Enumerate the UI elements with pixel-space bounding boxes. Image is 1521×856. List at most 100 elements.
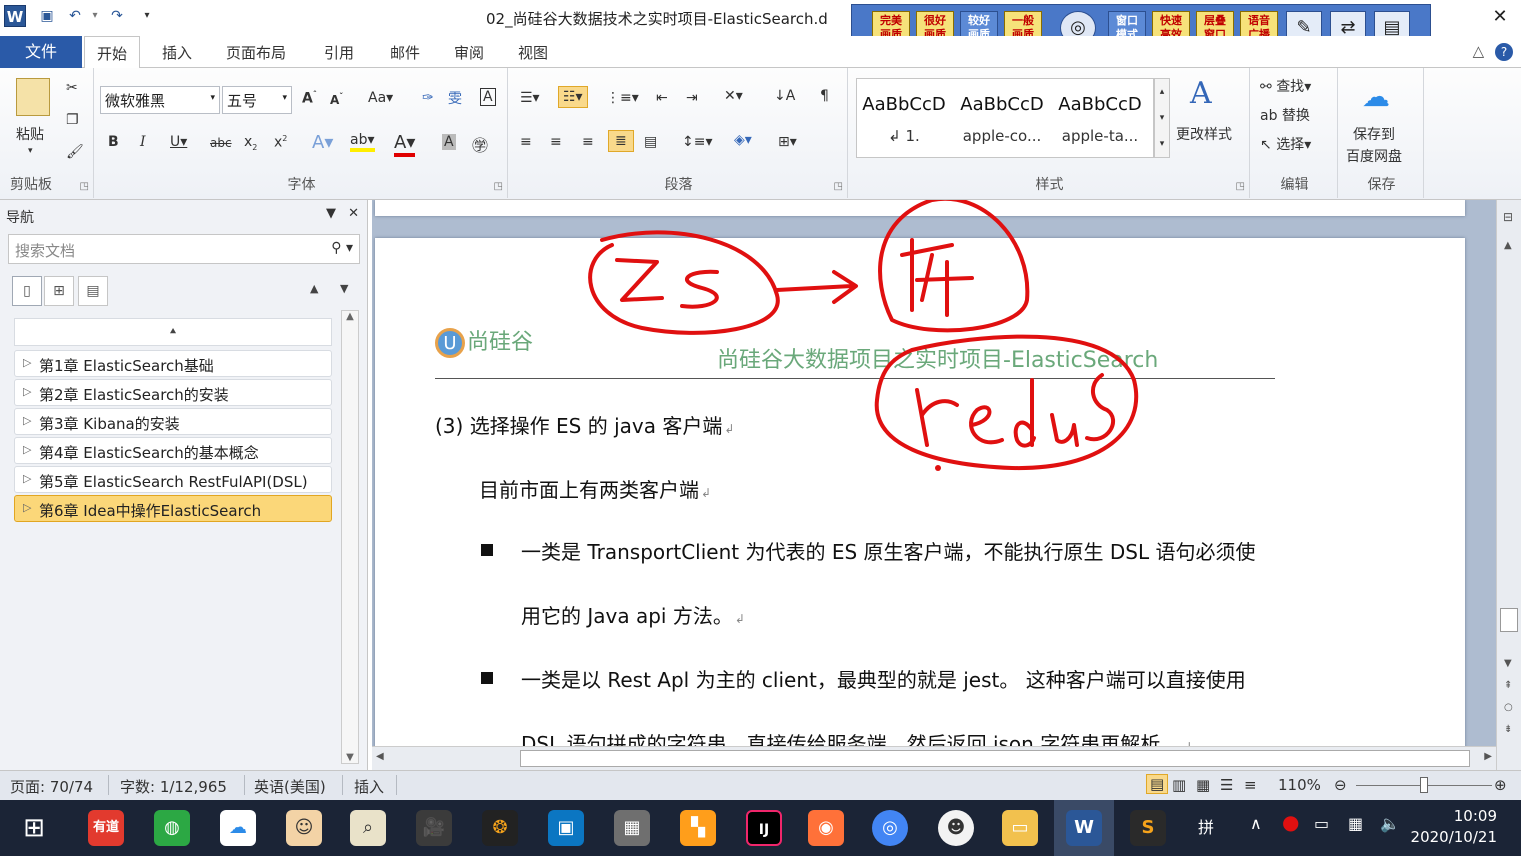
sort-icon[interactable]: ↓A <box>774 88 795 104</box>
highlight-color-icon[interactable]: ab▾ <box>350 132 375 152</box>
vertical-scroll-thumb[interactable] <box>1500 608 1518 632</box>
horizontal-scrollbar[interactable]: ◀ ▶ <box>372 746 1496 770</box>
copy-icon[interactable]: ❐ <box>66 112 79 128</box>
text-effects-icon[interactable]: A▾ <box>312 132 333 153</box>
align-left-icon[interactable]: ≡ <box>520 134 532 150</box>
help-icon[interactable]: ? <box>1495 43 1513 61</box>
search-icon[interactable]: ⚲ ▾ <box>331 240 353 256</box>
italic-button[interactable]: I <box>140 134 146 150</box>
firefox-icon[interactable]: ◉ <box>808 810 844 846</box>
web-layout-icon[interactable]: ▦ <box>1196 776 1210 794</box>
network-icon[interactable]: ▦ <box>1348 814 1363 833</box>
word-app-icon[interactable]: W <box>4 5 26 27</box>
paste-icon[interactable] <box>16 78 50 116</box>
distributed-icon[interactable]: ▤ <box>644 134 657 150</box>
numbering-icon[interactable]: ☷▾ <box>558 86 588 108</box>
horizontal-scroll-thumb[interactable] <box>520 750 1470 767</box>
multilevel-list-icon[interactable]: ⋮≡▾ <box>606 90 639 106</box>
nav-heading-item[interactable]: ▷ 第4章 ElasticSearch的基本概念 <box>14 437 332 464</box>
zoom-level[interactable]: 110% <box>1278 776 1321 794</box>
volume-icon[interactable]: 🔈 <box>1380 814 1400 833</box>
save-to-baidu-button[interactable]: 保存到 百度网盘 <box>1346 124 1402 168</box>
redo-icon[interactable]: ↷ <box>108 6 126 26</box>
language[interactable]: 英语(美国) <box>254 776 326 797</box>
font-color-icon[interactable]: A▾ <box>394 132 416 157</box>
document-page[interactable]: U 尚硅谷 尚硅谷大数据项目之实时项目-ElasticSearch (3) 选择操… <box>375 238 1465 746</box>
chrome-icon[interactable]: ◎ <box>872 810 908 846</box>
format-painter-icon[interactable]: 🖌 <box>66 144 84 160</box>
line-spacing-icon[interactable]: ↕≡▾ <box>682 134 713 150</box>
nav-results-view-button[interactable]: ▤ <box>78 276 108 306</box>
smiley-app-icon[interactable]: ☻ <box>938 810 974 846</box>
font-name-select[interactable]: 微软雅黑 ▾ <box>100 86 220 114</box>
replace-button[interactable]: ab 替换 <box>1260 105 1310 125</box>
undo-icon[interactable]: ↶ <box>66 6 84 26</box>
phonetic-guide-icon[interactable]: 雯 <box>448 88 462 108</box>
insert-mode[interactable]: 插入 <box>354 776 384 797</box>
tab-page-layout[interactable]: 页面布局 <box>226 42 286 63</box>
image-viewer-icon[interactable]: ▦ <box>614 810 650 846</box>
bullets-icon[interactable]: ☰▾ <box>520 90 540 106</box>
draft-icon[interactable]: ≡ <box>1244 776 1257 794</box>
find-button[interactable]: ⚯ 查找▾ <box>1260 76 1311 96</box>
tab-insert[interactable]: 插入 <box>162 42 192 63</box>
file-explorer-icon[interactable]: ▭ <box>1002 810 1038 846</box>
nav-scrollbar[interactable]: ▲ ▼ <box>341 310 359 764</box>
nav-heading-item[interactable]: ▷ 第2章 ElasticSearch的安装 <box>14 379 332 406</box>
full-screen-reading-icon[interactable]: ▥ <box>1172 776 1186 794</box>
wechat-icon[interactable]: ◍ <box>154 810 190 846</box>
undo-dropdown-icon[interactable]: ▾ <box>86 6 104 26</box>
baidu-cloud-icon[interactable]: ☁ <box>1362 80 1390 113</box>
close-window-button[interactable]: ✕ <box>1485 6 1515 27</box>
record-dot-icon[interactable]: ● <box>1282 810 1299 834</box>
zoom-in-icon[interactable]: ⊕ <box>1494 776 1507 794</box>
tab-view[interactable]: 视图 <box>518 42 548 63</box>
xshell-icon[interactable]: S <box>1130 810 1166 846</box>
zoom-out-icon[interactable]: ⊖ <box>1334 776 1347 794</box>
shrink-font-icon[interactable]: Aˇ <box>330 92 343 107</box>
change-styles-button[interactable]: 更改样式 <box>1176 124 1232 144</box>
vertical-scrollbar[interactable]: ⊟ ▲ ▼ ⇞ ○ ⇟ <box>1496 200 1521 770</box>
next-page-icon[interactable]: ⇟ <box>1504 724 1512 735</box>
print-layout-icon[interactable]: ▤ <box>1146 774 1169 794</box>
nav-close-icon[interactable]: ✕ <box>348 206 359 221</box>
underline-button[interactable]: U▾ <box>170 134 187 150</box>
document-area[interactable]: U 尚硅谷 尚硅谷大数据项目之实时项目-ElasticSearch (3) 选择操… <box>372 200 1496 746</box>
zoom-slider-thumb[interactable] <box>1420 777 1428 793</box>
show-formatting-icon[interactable]: ¶ <box>820 88 829 104</box>
baidu-netdisk-icon[interactable]: ☁ <box>220 810 256 846</box>
doc-paragraph[interactable]: 用它的 Java api 方法。 ↲ <box>521 600 745 629</box>
doc-heading[interactable]: (3) 选择操作 ES 的 java 客户端 ↲ <box>435 410 734 439</box>
strikethrough-button[interactable]: abc <box>210 136 232 150</box>
clipboard-launcher-icon[interactable]: ◳ <box>80 181 89 192</box>
swirl-app-icon[interactable]: ❂ <box>482 810 518 846</box>
nav-prev-icon[interactable]: ▲ <box>310 282 318 295</box>
customize-qat-icon[interactable]: ▾ <box>138 6 156 26</box>
bold-button[interactable]: B <box>108 134 119 150</box>
doc-paragraph[interactable]: 目前市面上有两类客户端 ↲ <box>479 474 711 503</box>
subscript-button[interactable]: x2 <box>244 134 257 152</box>
nav-heading-item[interactable]: ▷ 第1章 ElasticSearch基础 <box>14 350 332 377</box>
ruler-toggle-icon[interactable]: ⊟ <box>1503 210 1513 224</box>
page-count[interactable]: 页面: 70/74 <box>10 776 93 797</box>
chinese-layout-icon[interactable]: ✕▾ <box>724 88 743 104</box>
font-size-select[interactable]: 五号 ▾ <box>222 86 292 114</box>
help-viewer-icon[interactable]: ⌕ <box>350 810 386 846</box>
recorder-app-icon[interactable]: 🎥 <box>416 810 452 846</box>
doc-paragraph[interactable]: 一类是以 Rest Apl 为主的 client，最典型的就是 jest。 这种… <box>521 664 1246 693</box>
scroll-up-icon[interactable]: ▲ <box>1504 240 1512 251</box>
nav-search-input[interactable]: 搜索文档 ⚲ ▾ <box>8 234 360 264</box>
browse-object-icon[interactable]: ○ <box>1504 702 1513 713</box>
justify-icon[interactable]: ≣ <box>608 130 634 152</box>
nav-headings-view-button[interactable]: ▯ <box>12 276 42 306</box>
tab-references[interactable]: 引用 <box>324 42 354 63</box>
word-count[interactable]: 字数: 1/12,965 <box>120 776 227 797</box>
styles-launcher-icon[interactable]: ◳ <box>1236 181 1245 192</box>
nav-heading-item[interactable]: ▷ 第3章 Kibana的安装 <box>14 408 332 435</box>
borders-icon[interactable]: ⊞▾ <box>778 134 797 150</box>
grow-font-icon[interactable]: Aˆ <box>302 90 317 107</box>
nav-heading-item[interactable]: ▷ 第5章 ElasticSearch RestFulAPI(DSL) <box>14 466 332 493</box>
youdao-icon[interactable]: 有道 <box>88 810 124 846</box>
intellij-idea-icon[interactable]: IJ <box>746 810 782 846</box>
styles-scroll[interactable]: ▴ ▾ ▾ <box>1154 78 1170 158</box>
